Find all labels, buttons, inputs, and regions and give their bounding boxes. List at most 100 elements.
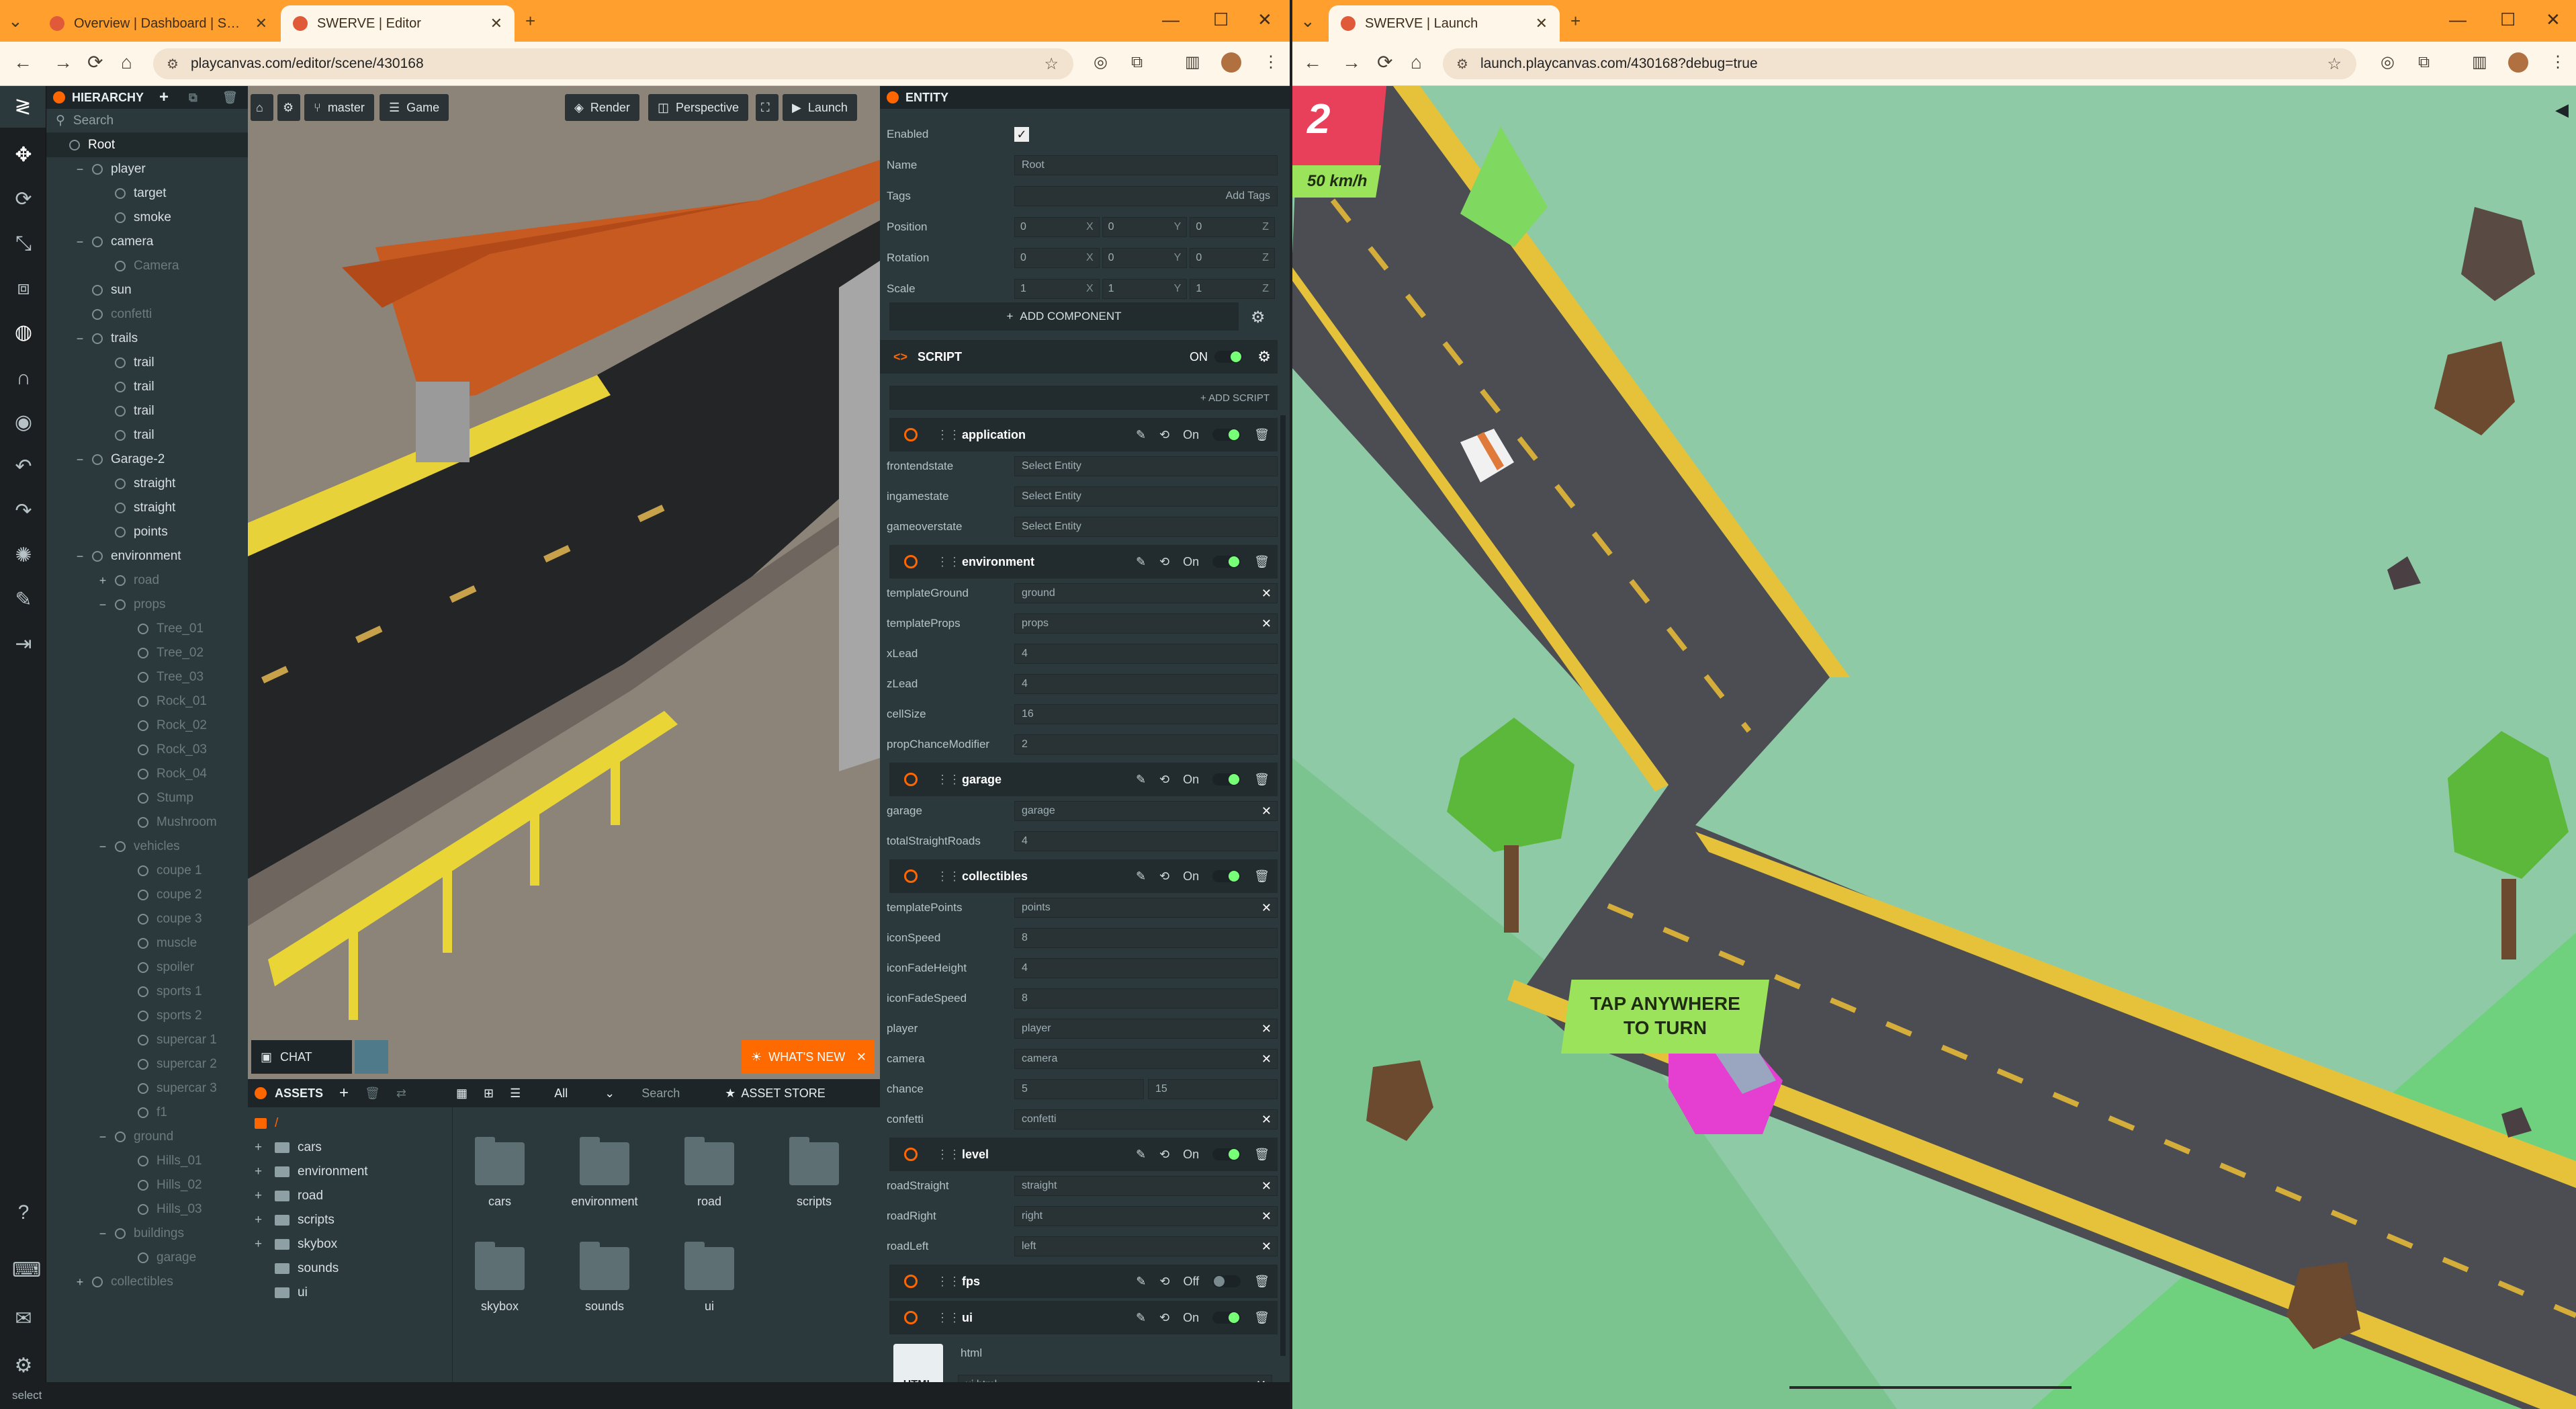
attribute-field[interactable]: player ✕	[1014, 1019, 1278, 1039]
attribute-field[interactable]: garage ✕	[1014, 801, 1278, 821]
attribute-field[interactable]: 4	[1014, 644, 1278, 664]
hierarchy-item[interactable]: supercar 2	[46, 1052, 248, 1076]
scale-y-field[interactable]: 1Y	[1102, 279, 1188, 299]
rotation-x-field[interactable]: 0X	[1014, 248, 1100, 268]
hierarchy-item[interactable]: + collectibles	[46, 1270, 248, 1294]
drag-handle-icon[interactable]: ⋮⋮	[936, 869, 961, 884]
hierarchy-item[interactable]: − environment	[46, 544, 248, 568]
new-tab-icon[interactable]: +	[525, 12, 535, 30]
script-environment-header[interactable]: ⋮⋮ environment ✎ ⟲ On 🗑	[889, 545, 1278, 579]
delete-script-icon[interactable]: 🗑	[1254, 773, 1270, 787]
expand-toggle-icon[interactable]: −	[97, 1227, 108, 1241]
close-tab-icon[interactable]: ✕	[490, 15, 502, 32]
asset-folder-item[interactable]: + skybox	[255, 1232, 337, 1256]
attribute-field[interactable]: Select Entity	[1014, 486, 1278, 507]
hierarchy-item[interactable]: trail	[46, 399, 248, 423]
delete-script-icon[interactable]: 🗑	[1254, 1275, 1270, 1289]
home-view-icon[interactable]: ⌂	[251, 94, 273, 121]
expand-toggle-icon[interactable]: +	[255, 1164, 275, 1179]
delete-script-icon[interactable]: 🗑	[1254, 869, 1270, 884]
parse-script-icon[interactable]: ⟲	[1159, 1148, 1169, 1162]
back-icon[interactable]: ←	[13, 52, 32, 73]
edit-script-icon[interactable]: ✎	[1136, 773, 1146, 787]
hierarchy-item[interactable]: − camera	[46, 230, 248, 254]
game-button[interactable]: ☰ Game	[380, 94, 449, 121]
clear-icon[interactable]: ✕	[1261, 1209, 1272, 1224]
attribute-field[interactable]: right ✕	[1014, 1206, 1278, 1226]
asset-root-folder[interactable]: /	[255, 1111, 278, 1136]
scale-z-field[interactable]: 1Z	[1190, 279, 1276, 299]
hierarchy-item[interactable]: Mushroom	[46, 810, 248, 835]
remove-script-icon[interactable]	[904, 773, 918, 786]
hierarchy-item[interactable]: − player	[46, 157, 248, 181]
position-x-field[interactable]: 0X	[1014, 217, 1100, 237]
menu-icon[interactable]: ⋮	[2550, 52, 2566, 73]
grid-large-icon[interactable]: ▦	[456, 1086, 468, 1101]
expand-toggle-icon[interactable]: +	[255, 1237, 275, 1252]
clear-icon[interactable]: ✕	[1261, 617, 1272, 631]
minimize-icon[interactable]: —	[1162, 9, 1180, 30]
remove-script-icon[interactable]	[904, 555, 918, 568]
position-z-field[interactable]: 0Z	[1190, 217, 1276, 237]
hierarchy-item[interactable]: supercar 3	[46, 1076, 248, 1101]
attribute-field[interactable]: 8	[1014, 988, 1278, 1009]
attribute-field[interactable]: 5	[1014, 1079, 1144, 1099]
script-fps-header[interactable]: ⋮⋮ fps ✎ ⟲ Off 🗑	[889, 1265, 1278, 1298]
branch-button[interactable]: ⑂ master	[304, 94, 374, 121]
script-toggle[interactable]	[1212, 1148, 1241, 1160]
extension-icon[interactable]: ◎	[1094, 52, 1108, 73]
clear-icon[interactable]: ✕	[1261, 1240, 1272, 1254]
rotate-icon[interactable]: ⟳	[12, 188, 35, 211]
hierarchy-item[interactable]: Hills_03	[46, 1197, 248, 1222]
lightmap-icon[interactable]: ✺	[12, 544, 35, 567]
script-level-header[interactable]: ⋮⋮ level ✎ ⟲ On 🗑	[889, 1138, 1278, 1171]
drag-handle-icon[interactable]: ⋮⋮	[936, 428, 961, 442]
hierarchy-item[interactable]: target	[46, 181, 248, 206]
attribute-field[interactable]: left ✕	[1014, 1236, 1278, 1256]
expand-toggle-icon[interactable]: +	[97, 574, 108, 588]
attribute-field[interactable]: 4	[1014, 831, 1278, 851]
attribute-field[interactable]: Select Entity	[1014, 517, 1278, 537]
delete-script-icon[interactable]: 🗑	[1254, 555, 1270, 569]
sidebar-icon[interactable]: ▥	[1185, 52, 1200, 73]
maximize-icon[interactable]: ☐	[1213, 9, 1229, 30]
hierarchy-item[interactable]: − props	[46, 593, 248, 617]
script-collectibles-header[interactable]: ⋮⋮ collectibles ✎ ⟲ On 🗑	[889, 859, 1278, 893]
tab-search-icon[interactable]: ⌄	[8, 12, 23, 30]
delete-script-icon[interactable]: 🗑	[1254, 428, 1270, 442]
asset-folder-tile[interactable]: scripts	[774, 1137, 854, 1209]
expand-toggle-icon[interactable]: +	[255, 1140, 275, 1155]
hierarchy-search[interactable]: ⚲ Search	[46, 109, 248, 133]
asset-folder-item[interactable]: + environment	[255, 1160, 368, 1184]
url-field[interactable]: ⚙ playcanvas.com/editor/scene/430168 ☆	[153, 48, 1073, 79]
asset-folder-tile[interactable]: sounds	[564, 1242, 645, 1314]
hierarchy-item[interactable]: muscle	[46, 931, 248, 955]
close-tab-icon[interactable]: ✕	[255, 15, 267, 32]
asset-folder-tile[interactable]: road	[669, 1137, 750, 1209]
add-entity-icon[interactable]: +	[159, 88, 169, 107]
translate-icon[interactable]: ✥	[12, 144, 35, 167]
focus-eye-icon[interactable]: ◉	[12, 411, 35, 434]
hierarchy-item[interactable]: Tree_01	[46, 617, 248, 641]
clear-icon[interactable]: ✕	[1261, 1022, 1272, 1036]
script-toggle[interactable]	[1212, 556, 1241, 568]
attribute-field[interactable]: props ✕	[1014, 613, 1278, 634]
parse-script-icon[interactable]: ⟲	[1159, 555, 1169, 569]
help-icon[interactable]: ?	[12, 1201, 35, 1224]
duplicate-icon[interactable]: ⧉	[189, 91, 197, 105]
close-window-icon[interactable]: ✕	[1257, 9, 1272, 30]
whats-new-button[interactable]: ☀ WHAT'S NEW ✕	[742, 1040, 875, 1074]
hierarchy-item[interactable]: coupe 3	[46, 907, 248, 931]
script-toggle[interactable]	[1212, 429, 1241, 441]
edit-script-icon[interactable]: ✎	[1136, 869, 1146, 884]
clear-icon[interactable]: ✕	[1261, 587, 1272, 601]
close-tab-icon[interactable]: ✕	[1536, 15, 1548, 32]
puzzle-icon[interactable]: ⧉	[1131, 52, 1143, 73]
script-settings-icon[interactable]: ⚙	[1257, 348, 1271, 366]
attribute-field[interactable]: confetti ✕	[1014, 1109, 1278, 1129]
asset-folder-item[interactable]: sounds	[255, 1256, 339, 1281]
tab-search-icon[interactable]: ⌄	[1300, 12, 1315, 30]
delete-script-icon[interactable]: 🗑	[1254, 1311, 1270, 1325]
scale-icon[interactable]: ⤡	[12, 232, 35, 255]
expand-toggle-icon[interactable]: −	[75, 453, 85, 467]
